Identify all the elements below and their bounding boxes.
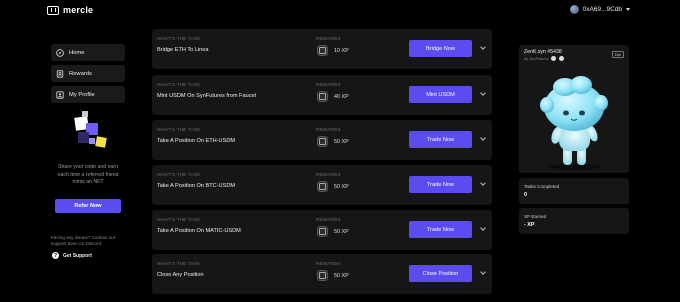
task-card: WHAT'S THE TASK Take A Position On MATIC… bbox=[152, 210, 492, 250]
chevron-down-icon[interactable] bbox=[480, 225, 486, 231]
nft-creator: by SynFutures bbox=[524, 56, 565, 61]
xp-earned-stat: XP Earned - XP bbox=[519, 208, 629, 234]
reward-value: 50 XP bbox=[334, 273, 349, 279]
task-name: Close Any Position bbox=[157, 272, 204, 278]
trade-now-button[interactable]: Trade Now bbox=[409, 176, 472, 193]
rewards-label: REWARDS bbox=[316, 217, 341, 222]
tasks-completed-label: Tasks Completed bbox=[524, 184, 560, 189]
get-support-link[interactable]: ? Get Support bbox=[52, 252, 92, 259]
rewards-label: REWARDS bbox=[316, 127, 341, 132]
edit-button[interactable]: Edit bbox=[611, 51, 624, 58]
user-icon bbox=[56, 90, 64, 99]
task-card: WHAT'S THE TASK Close Any Position REWAR… bbox=[152, 254, 492, 294]
brand-name: mercle bbox=[63, 5, 94, 15]
wallet-address: 0xA69...9Cdb bbox=[582, 6, 622, 13]
sidebar-item-my-profile[interactable]: My Profile bbox=[51, 86, 125, 103]
xp-token-icon bbox=[317, 181, 328, 192]
synfutures-logo-icon bbox=[559, 56, 565, 61]
trade-now-button[interactable]: Trade Now bbox=[409, 131, 472, 148]
chevron-down-icon[interactable] bbox=[480, 269, 486, 275]
reward-value: 50 XP bbox=[334, 184, 349, 190]
sidebar-item-label: Home bbox=[69, 49, 85, 56]
xp-token-icon bbox=[317, 45, 328, 56]
task-kicker: WHAT'S THE TASK bbox=[157, 36, 201, 41]
task-card: WHAT'S THE TASK Take A Position On BTC-U… bbox=[152, 165, 492, 205]
sidebar-item-home[interactable]: Home bbox=[51, 44, 125, 61]
brand-logo[interactable]: mercle bbox=[47, 5, 93, 15]
get-support-label: Get Support bbox=[63, 252, 92, 259]
sidebar-item-label: My Profile bbox=[69, 91, 95, 98]
mercle-logo-icon bbox=[47, 5, 59, 15]
referral-promo: Share your code and earn each time a ref… bbox=[50, 111, 126, 222]
nft-card: ZenK.syn #5438 by SynFutures Edit bbox=[519, 45, 629, 173]
task-name: Mint USDM On SynFutures from Faucet bbox=[157, 93, 257, 99]
task-name: Take A Position On BTC-USDM bbox=[157, 183, 236, 189]
rewards-label: REWARDS bbox=[316, 82, 341, 87]
reward-value: 50 XP bbox=[334, 139, 349, 145]
xp-earned-label: XP Earned bbox=[524, 214, 547, 219]
task-card: WHAT'S THE TASK Bridge ETH To Linea REWA… bbox=[152, 29, 492, 69]
wallet-menu[interactable]: 0xA69...9Cdb bbox=[569, 5, 630, 14]
task-card: WHAT'S THE TASK Mint USDM On SynFutures … bbox=[152, 75, 492, 115]
task-name: Bridge ETH To Linea bbox=[157, 47, 209, 53]
rewards-label: REWARDS bbox=[316, 261, 341, 266]
task-name: Take A Position On ETH-USDM bbox=[157, 138, 236, 144]
xp-token-icon bbox=[317, 226, 328, 237]
chevron-down-icon[interactable] bbox=[480, 180, 486, 186]
xp-token-icon bbox=[317, 270, 328, 281]
xp-earned-value: - XP bbox=[524, 222, 535, 228]
support-hint: Facing any issues? Contact our support t… bbox=[51, 235, 116, 246]
trade-now-button[interactable]: Trade Now bbox=[409, 221, 472, 238]
reward-value: 10 XP bbox=[334, 48, 349, 54]
chevron-down-icon[interactable] bbox=[480, 135, 486, 141]
task-kicker: WHAT'S THE TASK bbox=[157, 127, 201, 132]
task-kicker: WHAT'S THE TASK bbox=[157, 217, 201, 222]
tasks-completed-stat: Tasks Completed 0 bbox=[519, 178, 629, 204]
nft-title: ZenK.syn #5438 bbox=[524, 49, 562, 55]
mint-usdm-button[interactable]: Mint USDM bbox=[409, 86, 472, 103]
task-card: WHAT'S THE TASK Take A Position On ETH-U… bbox=[152, 120, 492, 160]
task-name: Take A Position On MATIC-USDM bbox=[157, 228, 241, 234]
trophy-icon bbox=[56, 69, 64, 78]
refer-now-button[interactable]: Refer Now bbox=[55, 199, 121, 213]
wallet-avatar bbox=[569, 5, 579, 14]
referral-description: Share your code and earn each time a ref… bbox=[57, 164, 119, 186]
caret-down-icon bbox=[626, 8, 630, 11]
sidebar-item-label: Rewards bbox=[69, 70, 92, 77]
top-bar: mercle 0xA69...9Cdb bbox=[0, 0, 680, 22]
reward-value: 50 XP bbox=[334, 229, 349, 235]
rewards-label: REWARDS bbox=[316, 172, 341, 177]
nft-creator-label: by SynFutures bbox=[524, 56, 549, 61]
task-kicker: WHAT'S THE TASK bbox=[157, 261, 201, 266]
sidebar-item-rewards[interactable]: Rewards bbox=[51, 65, 125, 82]
bridge-now-button[interactable]: Bridge Now bbox=[409, 40, 472, 57]
help-icon: ? bbox=[52, 252, 59, 259]
task-kicker: WHAT'S THE TASK bbox=[157, 82, 201, 87]
tasks-completed-value: 0 bbox=[524, 192, 527, 198]
reward-value: 40 XP bbox=[334, 94, 349, 100]
xp-token-icon bbox=[317, 136, 328, 147]
chevron-down-icon[interactable] bbox=[480, 90, 486, 96]
referral-cubes-illustration bbox=[74, 111, 107, 148]
close-position-button[interactable]: Close Position bbox=[409, 265, 472, 282]
task-kicker: WHAT'S THE TASK bbox=[157, 172, 201, 177]
chevron-down-icon[interactable] bbox=[480, 44, 486, 50]
compass-icon bbox=[56, 48, 64, 57]
verified-icon bbox=[551, 56, 557, 61]
xp-token-icon bbox=[317, 91, 328, 102]
rewards-label: REWARDS bbox=[316, 36, 341, 41]
nft-character-illustration bbox=[540, 76, 608, 170]
